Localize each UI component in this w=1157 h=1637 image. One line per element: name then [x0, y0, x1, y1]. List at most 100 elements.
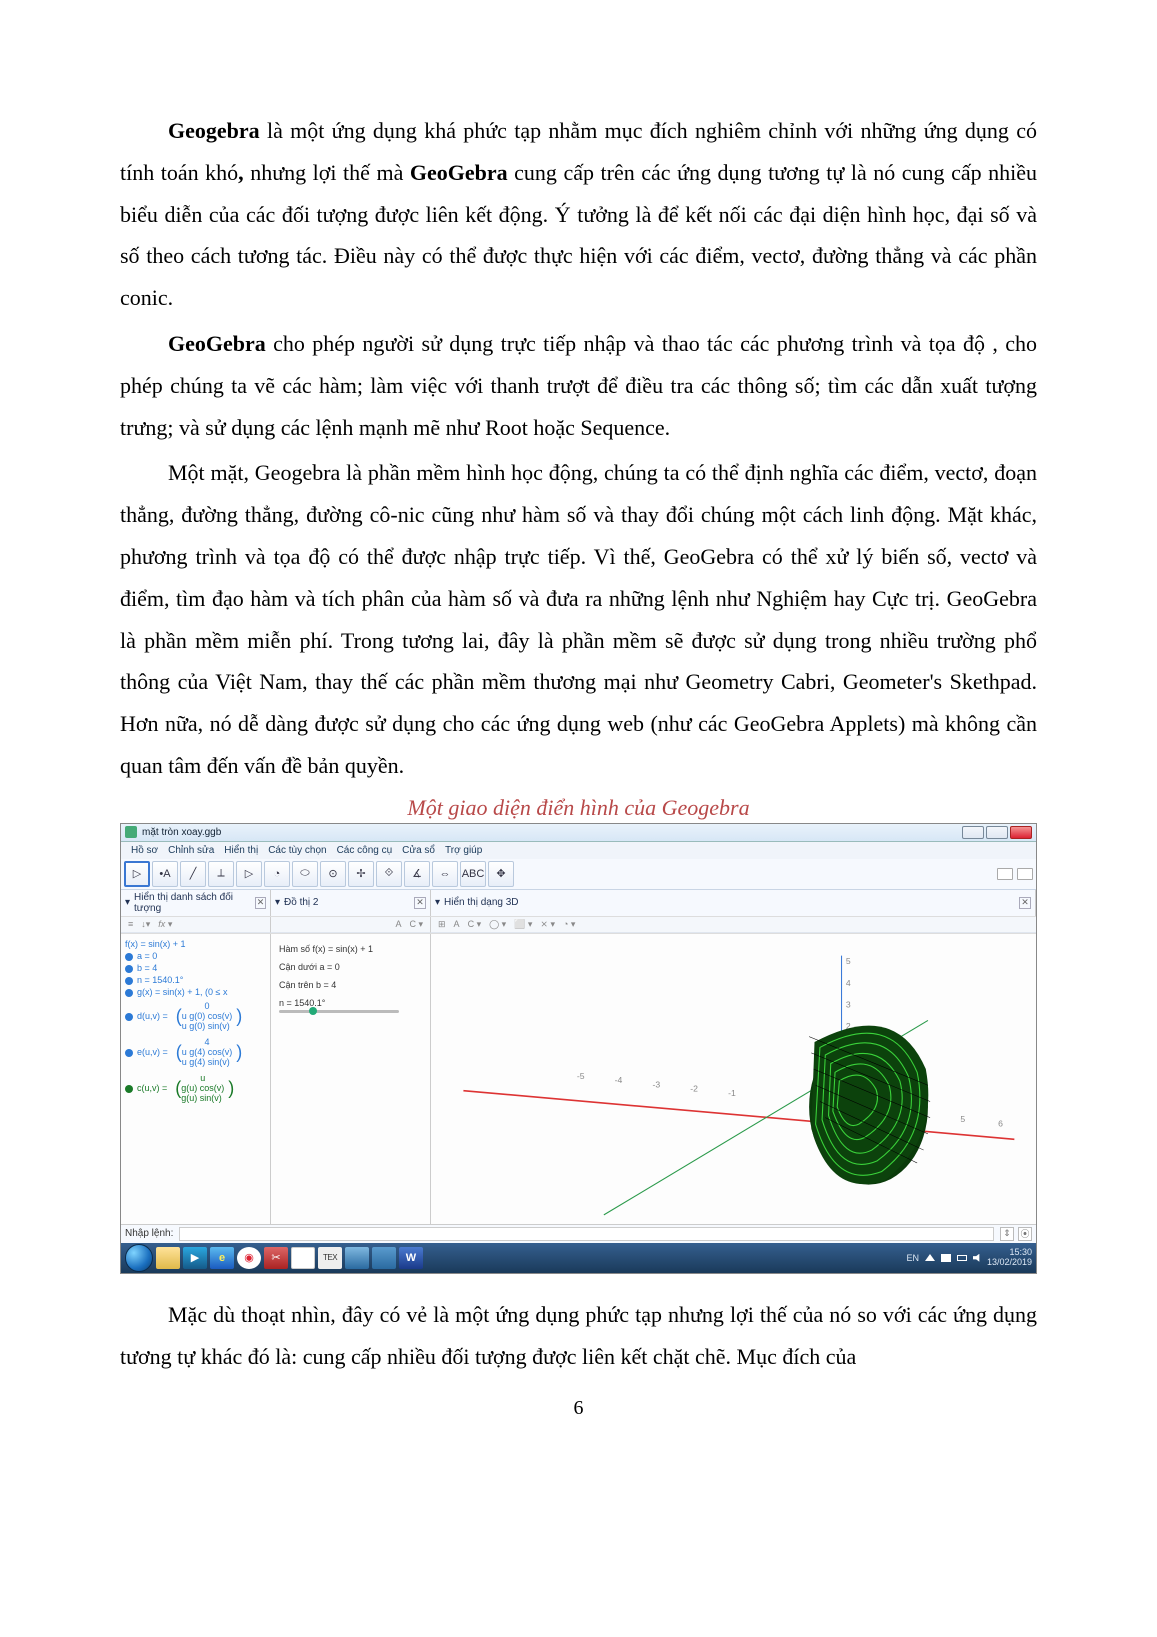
input-help-icon[interactable]: ⦿ [1018, 1227, 1032, 1241]
bold-geogebra-3: GeoGebra [168, 331, 266, 356]
taskbar-tex-icon[interactable]: TEX [318, 1247, 342, 1269]
paragraph-4: Mặc dù thoạt nhìn, đây có vẻ là một ứng … [120, 1294, 1037, 1378]
tray-clock[interactable]: 15:30 13/02/2019 [987, 1248, 1032, 1268]
panel-graphics2-close-icon[interactable]: ✕ [414, 897, 426, 909]
close-button[interactable] [1010, 826, 1032, 839]
svg-text:4: 4 [846, 978, 851, 988]
label-a: Cận dưới a = 0 [279, 962, 422, 972]
graphics2-view[interactable]: Hàm số f(x) = sin(x) + 1 Cận dưới a = 0 … [271, 934, 431, 1224]
taskbar-chrome-icon[interactable]: ◉ [237, 1247, 261, 1269]
svg-text:-2: -2 [690, 1083, 698, 1093]
axes-toggle-icon[interactable]: ⊞ [435, 919, 449, 930]
paragraph-2: GeoGebra cho phép người sử dụng trực tiế… [120, 323, 1037, 448]
svg-text:3: 3 [846, 999, 851, 1009]
label-b: Cận trên b = 4 [279, 980, 422, 990]
input-label: Nhập lệnh: [125, 1228, 173, 1239]
graphics3d-view[interactable]: 5 4 3 2 -5 -4 -3 -2 -1 4 5 6 [431, 934, 1036, 1224]
redo-button[interactable] [1017, 868, 1033, 880]
undo-button[interactable] [997, 868, 1013, 880]
taskbar-word-icon[interactable]: W [399, 1247, 423, 1269]
tool-intersect[interactable]: ✢ [348, 861, 374, 887]
algebra-view[interactable]: f(x) = sin(x) + 1 a = 0 b = 4 n = 1540.1… [121, 934, 271, 1224]
taskbar-media-icon[interactable]: ▶ [183, 1247, 207, 1269]
tool-polygon[interactable]: ▷ [236, 861, 262, 887]
svg-text:-3: -3 [652, 1079, 660, 1089]
taskbar-app2-icon[interactable] [372, 1247, 396, 1269]
tool-circle[interactable]: ◔ [264, 861, 290, 887]
scene-3d: 5 4 3 2 -5 -4 -3 -2 -1 4 5 6 [431, 934, 1036, 1224]
bullet-icon [125, 989, 133, 997]
tool-angle[interactable]: ∡ [404, 861, 430, 887]
svg-text:5: 5 [960, 1114, 965, 1124]
algebra-n: n = 1540.1° [137, 975, 183, 985]
svg-text:6: 6 [998, 1118, 1003, 1128]
system-tray: EN 15:30 13/02/2019 [906, 1248, 1032, 1268]
slider-n[interactable] [279, 1010, 399, 1013]
svg-text:-4: -4 [615, 1075, 623, 1085]
label-fx: Hàm số f(x) = sin(x) + 1 [279, 944, 422, 954]
slider-knob[interactable] [309, 1007, 317, 1015]
bullet-icon [125, 965, 133, 973]
toolbar: ▷ •A ╱ ⟂ ▷ ◔ ⬭ ⊙ ✢ ⟐ ∡ ⇔ ABC ✥ [121, 859, 1036, 890]
tool-conic[interactable]: ⊙ [320, 861, 346, 887]
tool-point[interactable]: •A [152, 861, 178, 887]
minimize-button[interactable] [962, 826, 984, 839]
tool-move[interactable]: ▷ [124, 861, 150, 887]
menu-tools[interactable]: Các công cụ [333, 844, 397, 857]
algebra-subtoolbar: ≡ ↓▾ fx ▾ [121, 917, 271, 933]
command-input[interactable] [179, 1227, 994, 1241]
toolbar-right [997, 868, 1033, 880]
bullet-icon [125, 1085, 133, 1093]
tray-lang[interactable]: EN [906, 1253, 919, 1263]
tool-ellipse[interactable]: ⬭ [292, 861, 318, 887]
bullet-icon [125, 953, 133, 961]
menu-edit[interactable]: Chỉnh sửa [164, 844, 218, 857]
input-updown-icon[interactable]: ⇕ [1000, 1227, 1014, 1241]
taskbar-explorer-icon[interactable] [156, 1247, 180, 1269]
tray-flag-icon[interactable] [941, 1254, 951, 1262]
slider-label-n: n = 1540.1° [279, 998, 325, 1008]
taskbar-ie-icon[interactable]: e [210, 1247, 234, 1269]
menu-options[interactable]: Các tùy chọn [264, 844, 330, 857]
taskbar-geogebra-icon[interactable]: ◐ [291, 1247, 315, 1269]
windows-taskbar: ▶ e ◉ ✂ ◐ TEX W EN 15:30 13/02/2019 [121, 1243, 1036, 1273]
taskbar-app-icon[interactable] [345, 1247, 369, 1269]
tray-show-hidden-icon[interactable] [925, 1254, 935, 1261]
page-number: 6 [120, 1397, 1037, 1420]
svg-text:5: 5 [846, 956, 851, 966]
menu-file[interactable]: Hồ sơ [127, 844, 162, 857]
paragraph-3: Một mặt, Geogebra là phần mềm hình học đ… [120, 452, 1037, 786]
menu-window[interactable]: Cửa sổ [398, 844, 439, 857]
panel-graphics2-header[interactable]: ▾ Đồ thị 2✕ [271, 890, 431, 916]
algebra-gx: g(x) = sin(x) + 1, (0 ≤ x [137, 987, 227, 997]
tool-text[interactable]: ABC [460, 861, 486, 887]
sort-icon[interactable]: ≡ [125, 919, 136, 929]
window-titlebar: mặt tròn xoay.ggb [121, 824, 1036, 842]
paragraph-1: Geogebra là một ứng dụng khá phức tạp nh… [120, 110, 1037, 319]
geogebra-screenshot: mặt tròn xoay.ggb Hồ sơ Chỉnh sửa Hiển t… [120, 823, 1037, 1274]
graphics3d-subtoolbar: ⊞ A C ▾ ◯ ▾ ⬜ ▾ ⨯ ▾ ◔ ▾ [431, 917, 1036, 933]
start-button[interactable] [125, 1244, 153, 1272]
tool-perpendicular[interactable]: ⟂ [208, 861, 234, 887]
tool-move-view[interactable]: ✥ [488, 861, 514, 887]
tray-speaker-icon[interactable] [973, 1254, 981, 1262]
bold-geogebra-1: Geogebra [168, 118, 260, 143]
figure-caption: Một giao diện điển hình của Geogebra [120, 795, 1037, 821]
tool-transform[interactable]: ⟐ [376, 861, 402, 887]
panel-graphics3d-close-icon[interactable]: ✕ [1019, 897, 1031, 909]
algebra-a: a = 0 [137, 951, 157, 961]
panel-graphics3d-header[interactable]: ▾ Hiển thị dạng 3D✕ [431, 890, 1036, 916]
menu-view[interactable]: Hiển thị [220, 844, 262, 857]
maximize-button[interactable] [986, 826, 1008, 839]
panel-algebra-header[interactable]: ▾ Hiển thị danh sách đối tượng✕ [121, 890, 271, 916]
algebra-b: b = 4 [137, 963, 157, 973]
tool-line[interactable]: ╱ [180, 861, 206, 887]
input-bar: Nhập lệnh: ⇕ ⦿ [121, 1224, 1036, 1243]
algebra-fx: f(x) = sin(x) + 1 [125, 939, 186, 949]
tool-slider[interactable]: ⇔ [432, 861, 458, 887]
panel-algebra-close-icon[interactable]: ✕ [255, 897, 266, 909]
app-icon [125, 826, 137, 838]
taskbar-snip-icon[interactable]: ✂ [264, 1247, 288, 1269]
tray-battery-icon[interactable] [957, 1255, 967, 1261]
menu-help[interactable]: Trợ giúp [441, 844, 486, 857]
